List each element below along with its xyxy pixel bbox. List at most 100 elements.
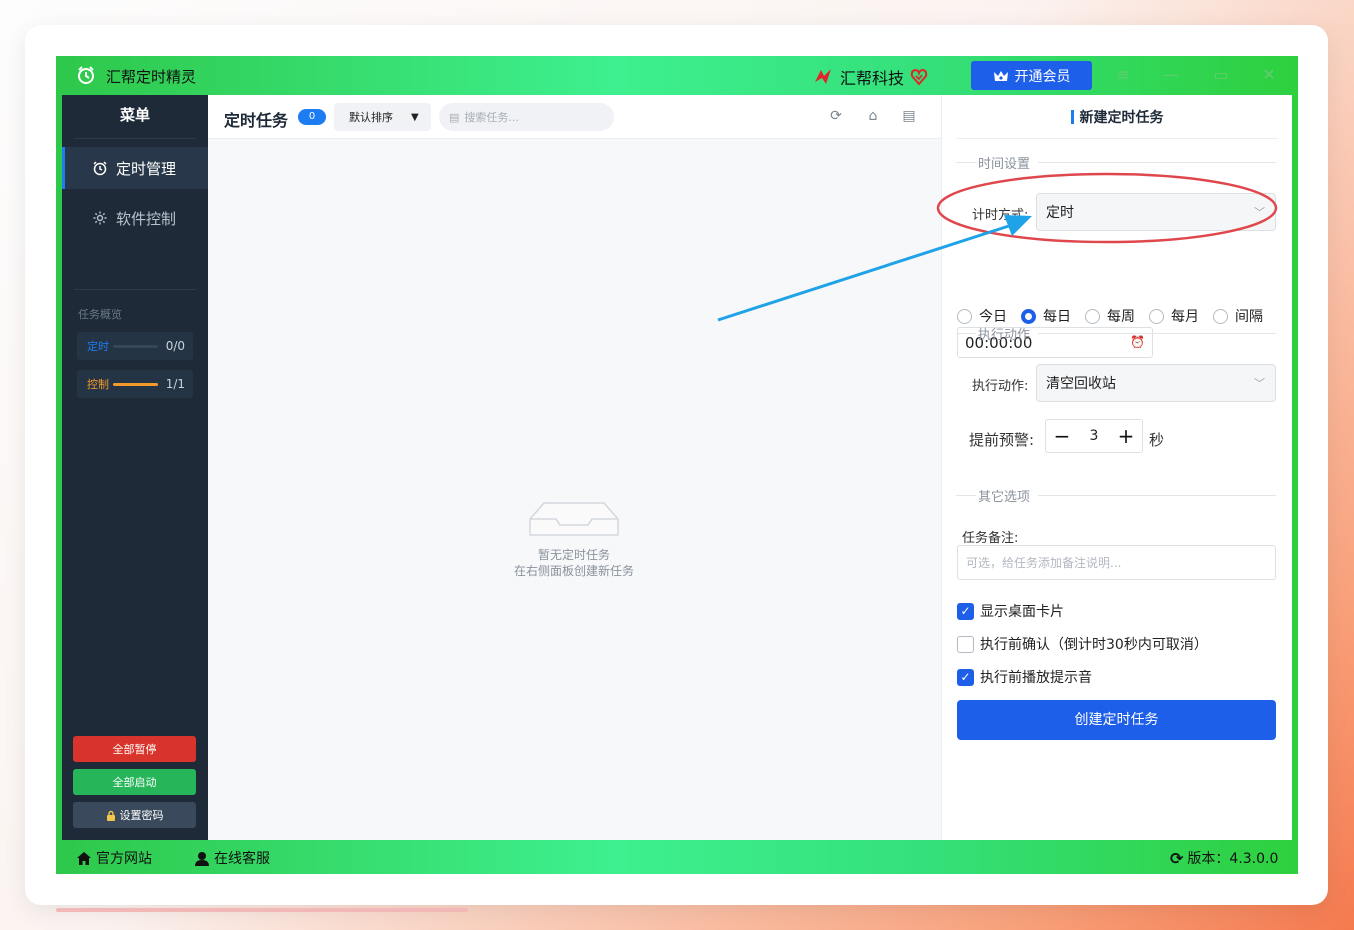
- sort-label: 默认排序: [349, 111, 393, 124]
- sync-icon: ⟳: [1170, 848, 1184, 868]
- new-task-panel: 新建定时任务 时间设置 计时方式: 定时 ﹀ 今日 每日 每周 每月 间隔 00…: [941, 95, 1292, 840]
- stat-control: 控制 1/1: [77, 370, 193, 398]
- stat-timer: 定时 0/0: [77, 332, 193, 360]
- vip-button[interactable]: 开通会员: [971, 61, 1092, 90]
- section-other-label: 其它选项: [978, 489, 1031, 505]
- sidebar-item-software-control[interactable]: 软件控制: [62, 197, 208, 239]
- version-info[interactable]: ⟳ 版本：4.3.0.0: [1170, 848, 1278, 868]
- set-password-button[interactable]: 设置密码: [73, 802, 196, 828]
- sidebar-item-label: 定时管理: [116, 159, 177, 178]
- radio-label: 每月: [1171, 309, 1199, 325]
- radio-weekly[interactable]: [1085, 308, 1100, 324]
- warning-value[interactable]: 3: [1078, 428, 1110, 444]
- checkbox-checked-icon[interactable]: ✓: [957, 602, 974, 620]
- note-placeholder: 可选，给任务添加备注说明...: [966, 556, 1122, 570]
- option-play-sound[interactable]: ✓ 执行前播放提示音: [957, 667, 1092, 687]
- task-list-area: 定时任务 0 默认排序 ▼ ▤ 搜索任务... ⟳ ⌂ ▤ 暂无定时任务 在右侧…: [208, 95, 941, 840]
- crown-icon: [993, 70, 1008, 81]
- task-count-badge: 0: [298, 109, 326, 125]
- radio-label: 每日: [1043, 309, 1071, 325]
- customer-service-icon: [195, 851, 209, 866]
- checkbox-unchecked-icon[interactable]: [957, 635, 974, 653]
- maximize-icon[interactable]: ▭: [1211, 65, 1231, 85]
- support-label: 在线客服: [214, 851, 270, 867]
- option-confirm-before-run[interactable]: 执行前确认（倒计时30秒内可取消）: [957, 634, 1208, 654]
- panel-title: 新建定时任务: [1079, 109, 1164, 126]
- set-password-label: 设置密码: [119, 809, 164, 822]
- app-title: 汇帮定时精灵: [106, 68, 197, 86]
- action-select[interactable]: 清空回收站 ﹀: [1036, 364, 1276, 402]
- sidebar-item-label: 软件控制: [116, 209, 177, 228]
- title-bar: 汇帮定时精灵 汇帮科技 开通会员 ≡ — ▭ ✕: [56, 56, 1298, 95]
- alarm-clock-logo-icon: [78, 66, 94, 84]
- stat-count: 0/0: [165, 339, 185, 353]
- brand: 汇帮科技: [812, 65, 928, 89]
- brand-name: 汇帮科技: [840, 69, 905, 88]
- warning-unit: 秒: [1149, 431, 1165, 449]
- overview-label: 任务概览: [78, 308, 122, 321]
- panel-header: 新建定时任务: [956, 95, 1278, 139]
- search-input[interactable]: ▤ 搜索任务...: [439, 103, 614, 131]
- pause-all-button[interactable]: 全部暂停: [73, 736, 196, 762]
- minimize-icon[interactable]: —: [1161, 65, 1181, 85]
- decorative-underline: [56, 908, 468, 912]
- timing-mode-label: 计时方式:: [972, 208, 1029, 223]
- search-icon: ▤: [449, 110, 460, 124]
- start-all-label: 全部启动: [112, 776, 157, 789]
- section-action: 执行动作: [956, 326, 1276, 343]
- section-time-label: 时间设置: [978, 156, 1031, 172]
- sidebar-item-timer-management[interactable]: 定时管理: [62, 147, 208, 189]
- empty-state: 暂无定时任务 在右侧面板创建新任务: [508, 499, 640, 579]
- note-input[interactable]: 可选，给任务添加备注说明...: [957, 545, 1276, 580]
- section-time: 时间设置: [956, 155, 1276, 172]
- empty-tray-icon: [529, 502, 619, 536]
- sort-dropdown[interactable]: 默认排序 ▼: [334, 103, 431, 131]
- support-link[interactable]: 在线客服: [194, 848, 270, 868]
- create-task-button[interactable]: 创建定时任务: [957, 700, 1276, 740]
- title-accent-bar: [1070, 109, 1074, 124]
- increment-button[interactable]: +: [1110, 421, 1142, 451]
- warning-label: 提前预警:: [969, 431, 1035, 449]
- start-all-button[interactable]: 全部启动: [73, 769, 196, 795]
- website-link[interactable]: 官方网站: [76, 848, 152, 868]
- sidebar-divider: [74, 289, 196, 290]
- sidebar: 菜单 定时管理 软件控制 任务概览 定时 0/0 控制 1/1 全部暂停 全部启…: [62, 95, 208, 840]
- decrement-button[interactable]: −: [1046, 421, 1078, 451]
- section-action-label: 执行动作: [978, 327, 1031, 343]
- stat-label: 控制: [87, 378, 109, 391]
- vip-label: 开通会员: [1014, 68, 1071, 85]
- option-label: 执行前播放提示音: [980, 670, 1092, 686]
- empty-subtitle: 在右侧面板创建新任务: [513, 564, 634, 578]
- stat-progress-fill: [113, 382, 158, 386]
- radio-today[interactable]: [957, 308, 972, 324]
- timing-mode-select[interactable]: 定时 ﹀: [1036, 193, 1276, 231]
- clear-icon[interactable]: ⌂: [865, 108, 881, 124]
- search-placeholder: 搜索任务...: [464, 111, 519, 124]
- checkbox-checked-icon[interactable]: ✓: [957, 668, 974, 686]
- menu-icon[interactable]: ≡: [1113, 65, 1133, 85]
- sidebar-header: 菜单: [74, 95, 196, 139]
- log-icon[interactable]: ▤: [901, 108, 917, 124]
- lock-icon: [106, 810, 115, 821]
- warning-stepper: − 3 +: [1045, 419, 1143, 453]
- action-value: 清空回收站: [1046, 376, 1116, 392]
- radio-label: 间隔: [1235, 309, 1263, 325]
- timing-mode-value: 定时: [1046, 205, 1074, 221]
- chevron-down-icon: ﹀: [1254, 377, 1265, 390]
- website-label: 官方网站: [96, 851, 152, 867]
- alarm-clock-icon: [93, 161, 107, 176]
- radio-daily[interactable]: [1021, 308, 1036, 324]
- radio-interval[interactable]: [1213, 308, 1228, 324]
- close-icon[interactable]: ✕: [1259, 65, 1279, 85]
- home-icon: [77, 851, 91, 865]
- stat-count: 1/1: [165, 377, 185, 391]
- action-label: 执行动作:: [972, 379, 1029, 394]
- task-toolbar: 定时任务 0 默认排序 ▼ ▤ 搜索任务... ⟳ ⌂ ▤: [208, 95, 941, 139]
- option-show-desktop-card[interactable]: ✓ 显示桌面卡片: [957, 601, 1064, 621]
- refresh-icon[interactable]: ⟳: [828, 108, 844, 124]
- gear-icon: [93, 211, 107, 225]
- note-label: 任务备注:: [962, 531, 1019, 546]
- stat-label: 定时: [87, 340, 109, 353]
- radio-monthly[interactable]: [1149, 308, 1164, 324]
- option-label: 显示桌面卡片: [980, 604, 1064, 620]
